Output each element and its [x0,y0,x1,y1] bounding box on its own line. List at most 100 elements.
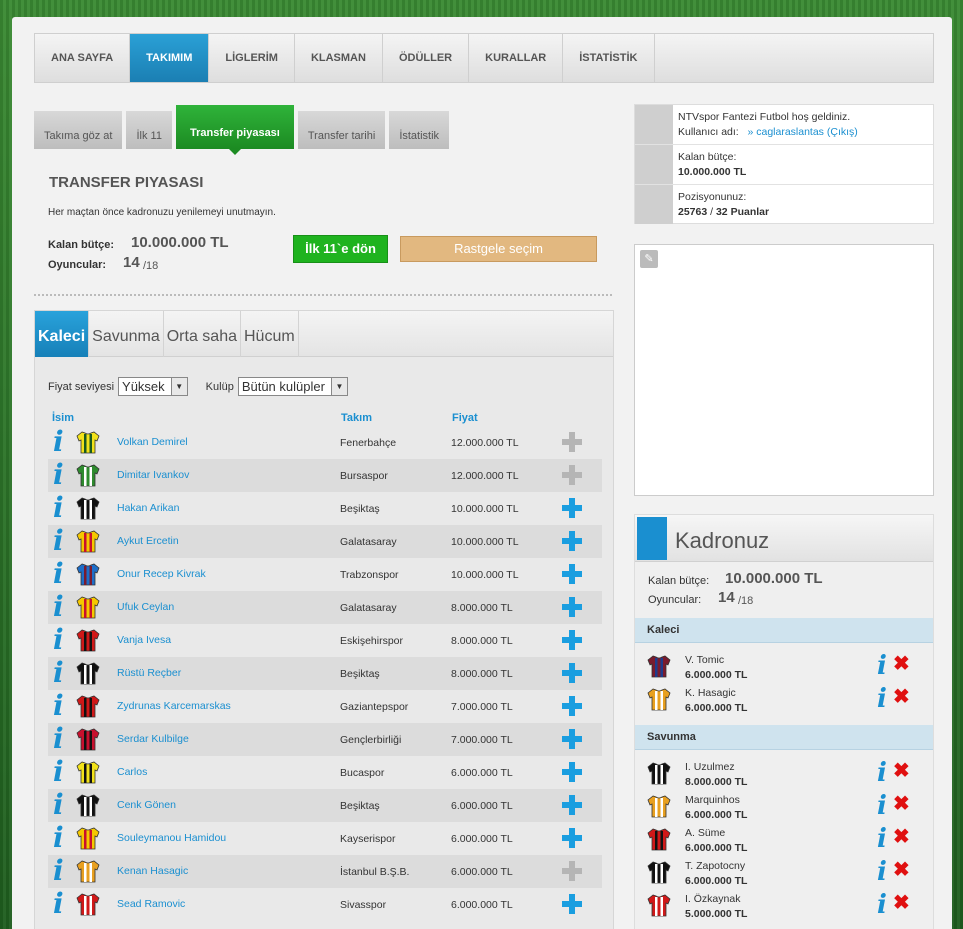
info-icon[interactable]: i [877,686,887,712]
tab-transfer-history[interactable]: Transfer tarihi [297,111,386,149]
tab-defense[interactable]: Savunma [89,311,164,357]
random-selection-button[interactable]: Rastgele seçim [400,236,597,262]
player-name[interactable]: Zydrunas Karcemarskas [117,700,231,712]
remove-icon[interactable]: ✖ [893,687,910,707]
player-name[interactable]: Souleymanou Hamidou [117,832,226,844]
info-icon[interactable]: i [53,725,67,753]
info-icon[interactable]: i [53,824,67,852]
info-icon[interactable]: i [53,692,67,720]
squad-player-price: 6.000.000 TL [685,875,748,887]
club-value: Bütün kulüpler [241,379,325,394]
budget-label: Kalan bütçe: [48,239,115,251]
player-club: Kayserispor [340,833,396,845]
back-to-first-eleven-button[interactable]: İlk 11`e dön [293,235,388,263]
nav-leagues[interactable]: LİGLERİM [209,34,295,82]
col-club[interactable]: Takım [341,412,372,424]
tab-attack[interactable]: Hücum [241,311,299,357]
player-name[interactable]: Serdar Kulbilge [117,733,189,745]
player-name[interactable]: Carlos [117,766,147,778]
squad-title: Kadronuz [675,528,770,553]
add-player-icon[interactable] [562,696,582,716]
add-player-icon[interactable] [562,795,582,815]
tab-transfer-market[interactable]: Transfer piyasası [175,105,294,155]
player-price: 6.000.000 TL [451,767,513,779]
club-select[interactable]: Bütün kulüpler ▼ [237,377,348,396]
tab-midfield[interactable]: Orta saha [164,311,241,357]
info-icon[interactable]: i [53,791,67,819]
remove-icon[interactable]: ✖ [893,654,910,674]
nav-ranking[interactable]: KLASMAN [295,34,383,82]
add-player-icon[interactable] [562,729,582,749]
col-price[interactable]: Fiyat [452,412,478,424]
add-player-icon[interactable] [562,828,582,848]
nav-statistics[interactable]: İSTATİSTİK [563,34,655,82]
add-player-icon[interactable] [562,663,582,683]
main-nav: ANA SAYFA TAKIMIM LİGLERİM KLASMAN ÖDÜLL… [34,33,934,83]
info-icon[interactable]: i [53,428,67,456]
table-row: i Hakan Arikan Beşiktaş 10.000.000 TL [48,492,602,525]
nav-home[interactable]: ANA SAYFA [35,34,131,82]
player-name[interactable]: Volkan Demirel [117,436,188,448]
player-name[interactable]: Dimitar Ivankov [117,469,189,481]
squad-player-price: 6.000.000 TL [685,842,748,854]
add-player-icon[interactable] [562,894,582,914]
info-icon[interactable]: i [877,793,887,819]
remove-icon[interactable]: ✖ [893,893,910,913]
player-name[interactable]: Aykut Ercetin [117,535,179,547]
jersey-icon [76,695,100,718]
info-icon[interactable]: i [53,659,67,687]
squad-players-max: /18 [738,595,754,607]
add-player-icon[interactable] [562,564,582,584]
add-player-icon[interactable] [562,861,582,881]
info-icon[interactable]: i [53,494,67,522]
logout-link[interactable]: (Çıkış) [827,126,858,138]
info-icon[interactable]: i [877,859,887,885]
info-icon[interactable]: i [53,626,67,654]
info-icon[interactable]: i [53,857,67,885]
tab-goalkeeper[interactable]: Kaleci [35,311,90,357]
player-name[interactable]: Sead Ramovic [117,898,185,910]
player-name[interactable]: Hakan Arikan [117,502,179,514]
player-name[interactable]: Kenan Hasagic [117,865,188,877]
info-icon[interactable]: i [877,826,887,852]
person-icon [637,517,667,560]
tab-browse-team[interactable]: Takıma göz at [34,111,123,149]
nav-my-team[interactable]: TAKIMIM [130,34,210,82]
info-icon[interactable]: i [53,527,67,555]
player-club: Eskişehirspor [340,635,404,647]
remove-icon[interactable]: ✖ [893,827,910,847]
price-level-select[interactable]: Yüksek ▼ [118,377,188,396]
player-name[interactable]: Vanja Ivesa [117,634,171,646]
player-name[interactable]: Ufuk Ceylan [117,601,174,613]
info-icon[interactable]: i [53,758,67,786]
remove-icon[interactable]: ✖ [893,860,910,880]
remove-icon[interactable]: ✖ [893,794,910,814]
squad-player-price: 5.000.000 TL [685,908,748,920]
add-player-icon[interactable] [562,762,582,782]
col-name[interactable]: İsim [52,412,74,424]
add-player-icon[interactable] [562,432,582,452]
add-player-icon[interactable] [562,630,582,650]
username-link[interactable]: » caglaraslantas [747,126,823,138]
add-player-icon[interactable] [562,597,582,617]
tab-sub-statistics[interactable]: İstatistik [389,111,450,149]
player-price: 7.000.000 TL [451,734,513,746]
player-name[interactable]: Rüstü Reçber [117,667,181,679]
info-icon[interactable]: i [53,560,67,588]
player-name[interactable]: Onur Recep Kivrak [117,568,206,580]
nav-rules[interactable]: KURALLAR [469,34,564,82]
info-icon[interactable]: i [53,593,67,621]
info-icon[interactable]: i [53,461,67,489]
player-name[interactable]: Cenk Gönen [117,799,176,811]
nav-prizes[interactable]: ÖDÜLLER [383,34,470,82]
wrench-icon[interactable]: ✎ [640,250,658,268]
info-icon[interactable]: i [877,653,887,679]
info-icon[interactable]: i [53,890,67,918]
info-icon[interactable]: i [877,760,887,786]
info-icon[interactable]: i [877,892,887,918]
tab-first-eleven[interactable]: İlk 11 [126,111,172,149]
add-player-icon[interactable] [562,498,582,518]
remove-icon[interactable]: ✖ [893,761,910,781]
add-player-icon[interactable] [562,465,582,485]
add-player-icon[interactable] [562,531,582,551]
